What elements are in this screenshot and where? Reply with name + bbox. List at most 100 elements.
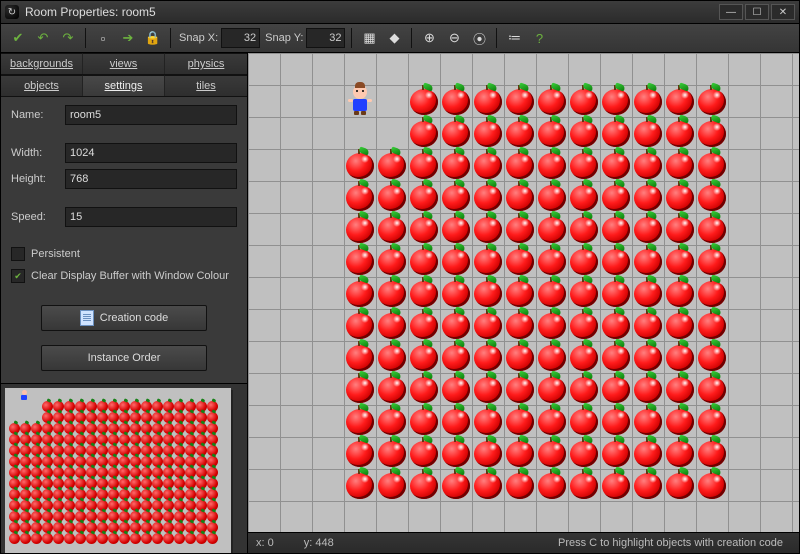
apple-object[interactable] xyxy=(376,277,408,309)
apple-object[interactable] xyxy=(696,181,728,213)
apple-object[interactable] xyxy=(408,181,440,213)
apple-object[interactable] xyxy=(600,469,632,501)
apple-object[interactable] xyxy=(408,149,440,181)
apple-object[interactable] xyxy=(536,213,568,245)
apple-object[interactable] xyxy=(536,181,568,213)
instance-order-button[interactable]: Instance Order xyxy=(41,345,207,371)
help-icon[interactable]: ? xyxy=(528,27,550,49)
maximize-button[interactable]: ☐ xyxy=(745,4,769,20)
tab-physics[interactable]: physics xyxy=(165,53,247,74)
apple-object[interactable] xyxy=(408,245,440,277)
apple-object[interactable] xyxy=(376,341,408,373)
apple-object[interactable] xyxy=(408,117,440,149)
apple-object[interactable] xyxy=(504,117,536,149)
apple-object[interactable] xyxy=(408,309,440,341)
apple-object[interactable] xyxy=(440,149,472,181)
apple-object[interactable] xyxy=(504,245,536,277)
apple-object[interactable] xyxy=(600,341,632,373)
apple-object[interactable] xyxy=(472,341,504,373)
apple-object[interactable] xyxy=(536,469,568,501)
apple-object[interactable] xyxy=(472,309,504,341)
apple-object[interactable] xyxy=(568,85,600,117)
apple-object[interactable] xyxy=(696,341,728,373)
width-input[interactable] xyxy=(65,143,237,163)
apple-object[interactable] xyxy=(536,85,568,117)
apple-object[interactable] xyxy=(504,341,536,373)
apple-object[interactable] xyxy=(504,373,536,405)
name-input[interactable] xyxy=(65,105,237,125)
apple-object[interactable] xyxy=(376,149,408,181)
apple-object[interactable] xyxy=(408,373,440,405)
apple-object[interactable] xyxy=(472,181,504,213)
apple-object[interactable] xyxy=(696,309,728,341)
apple-object[interactable] xyxy=(472,213,504,245)
apple-object[interactable] xyxy=(536,341,568,373)
apple-object[interactable] xyxy=(632,213,664,245)
apple-object[interactable] xyxy=(696,373,728,405)
apple-object[interactable] xyxy=(696,405,728,437)
apple-object[interactable] xyxy=(344,181,376,213)
apple-object[interactable] xyxy=(664,245,696,277)
room-canvas[interactable] xyxy=(248,53,799,532)
apple-object[interactable] xyxy=(376,437,408,469)
apple-object[interactable] xyxy=(632,341,664,373)
apple-object[interactable] xyxy=(664,181,696,213)
apple-object[interactable] xyxy=(504,309,536,341)
apple-object[interactable] xyxy=(440,373,472,405)
apple-object[interactable] xyxy=(344,341,376,373)
apple-object[interactable] xyxy=(632,437,664,469)
apple-object[interactable] xyxy=(632,309,664,341)
apple-object[interactable] xyxy=(536,373,568,405)
apple-object[interactable] xyxy=(568,213,600,245)
lock-icon[interactable]: 🔒 xyxy=(142,27,164,49)
apple-object[interactable] xyxy=(568,341,600,373)
apple-object[interactable] xyxy=(664,117,696,149)
apple-object[interactable] xyxy=(472,117,504,149)
tab-backgrounds[interactable]: backgrounds xyxy=(1,53,83,74)
apple-object[interactable] xyxy=(632,149,664,181)
apple-object[interactable] xyxy=(632,405,664,437)
creation-code-button[interactable]: Creation code xyxy=(41,305,207,331)
apple-object[interactable] xyxy=(632,245,664,277)
apple-object[interactable] xyxy=(536,277,568,309)
apple-object[interactable] xyxy=(440,277,472,309)
minimap[interactable] xyxy=(1,383,247,553)
apple-object[interactable] xyxy=(536,437,568,469)
canvas-viewport[interactable] xyxy=(248,53,799,532)
apple-object[interactable] xyxy=(696,213,728,245)
apple-object[interactable] xyxy=(600,405,632,437)
apple-object[interactable] xyxy=(440,213,472,245)
apple-object[interactable] xyxy=(408,437,440,469)
apple-object[interactable] xyxy=(472,437,504,469)
apple-object[interactable] xyxy=(472,149,504,181)
apple-object[interactable] xyxy=(472,373,504,405)
apple-object[interactable] xyxy=(664,373,696,405)
apple-object[interactable] xyxy=(376,213,408,245)
apple-object[interactable] xyxy=(600,437,632,469)
tab-views[interactable]: views xyxy=(83,53,165,74)
apple-object[interactable] xyxy=(472,245,504,277)
apple-object[interactable] xyxy=(440,437,472,469)
apple-object[interactable] xyxy=(504,213,536,245)
apple-object[interactable] xyxy=(440,469,472,501)
goto-icon[interactable]: ➔ xyxy=(117,27,139,49)
apple-object[interactable] xyxy=(344,373,376,405)
apple-object[interactable] xyxy=(568,245,600,277)
apple-object[interactable] xyxy=(568,149,600,181)
apple-object[interactable] xyxy=(504,149,536,181)
apple-object[interactable] xyxy=(408,341,440,373)
confirm-icon[interactable]: ✔ xyxy=(7,27,29,49)
apple-object[interactable] xyxy=(536,309,568,341)
apple-object[interactable] xyxy=(568,309,600,341)
persistent-checkbox[interactable]: Persistent xyxy=(11,247,237,261)
apple-object[interactable] xyxy=(408,85,440,117)
grid-toggle-icon[interactable]: ▦ xyxy=(358,27,380,49)
snapy-input[interactable] xyxy=(306,28,345,48)
apple-object[interactable] xyxy=(376,181,408,213)
apple-object[interactable] xyxy=(408,277,440,309)
apple-object[interactable] xyxy=(664,405,696,437)
apple-object[interactable] xyxy=(568,117,600,149)
apple-object[interactable] xyxy=(504,469,536,501)
apple-object[interactable] xyxy=(344,405,376,437)
apple-object[interactable] xyxy=(536,245,568,277)
